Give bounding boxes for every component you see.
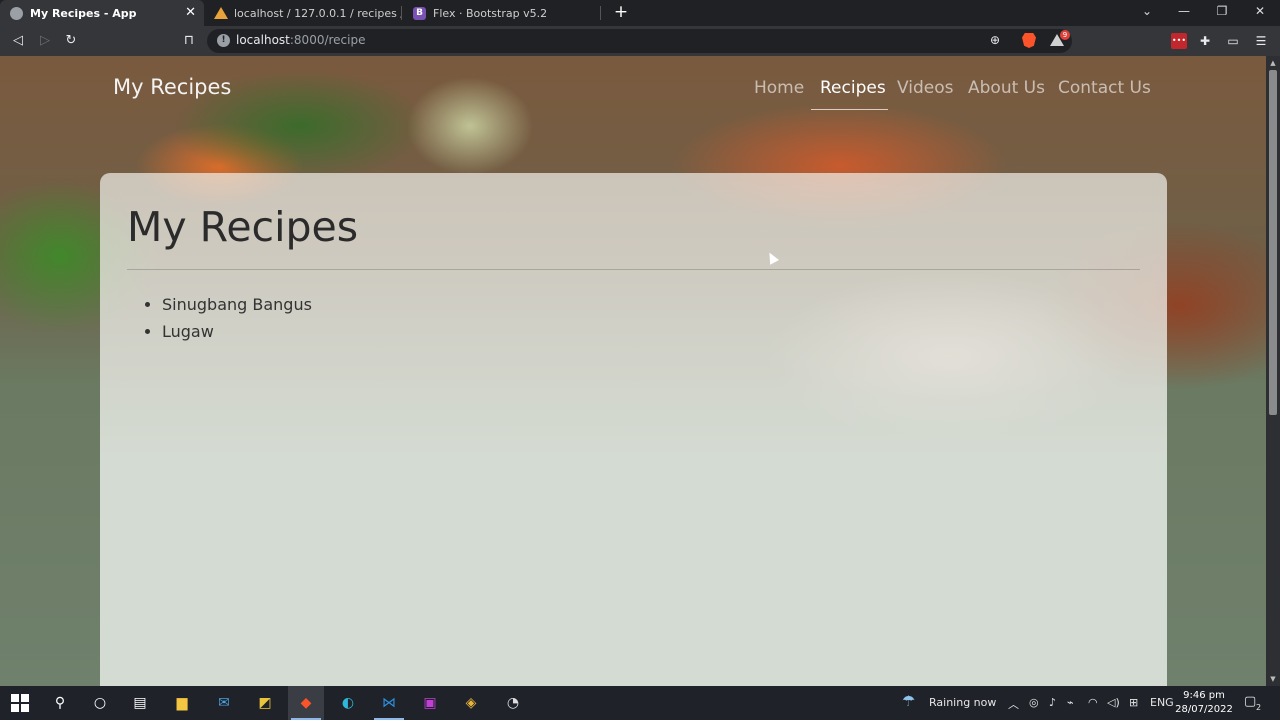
search-icon[interactable]: ⚲ (49, 692, 71, 714)
page-scrollbar[interactable]: ▲ ▼ (1266, 56, 1280, 686)
tab-bootstrap[interactable]: B Flex · Bootstrap v5.2 (403, 0, 600, 26)
menu-icon[interactable]: ☰ (1253, 33, 1269, 49)
url-text[interactable]: localhost:8000/recipe (236, 33, 365, 47)
tab-phpmyadmin[interactable]: localhost / 127.0.0.1 / recipes / ingred… (204, 0, 401, 26)
zoom-icon[interactable]: ⊕ (990, 33, 1000, 47)
reload-button[interactable]: ↻ (62, 32, 80, 50)
scroll-up-icon[interactable]: ▲ (1269, 59, 1277, 67)
tray-chevron-icon[interactable]: ︿ (1008, 696, 1019, 712)
start-button[interactable] (9, 692, 31, 714)
site-info-icon[interactable]: ! (217, 34, 230, 47)
phpmyadmin-icon (213, 7, 228, 20)
vpn-icon[interactable]: ⊞ (1129, 696, 1138, 709)
weather-icon[interactable]: ☂ (902, 692, 915, 710)
microphone-icon[interactable]: ♪ (1049, 696, 1056, 709)
site-navbar: My Recipes Home Recipes Videos About Us … (0, 56, 1266, 120)
browser-toolbar: ◁ ▷ ↻ ⊓ ! localhost:8000/recipe ⊕ 9 ••• … (0, 26, 1280, 56)
scroll-thumb[interactable] (1269, 70, 1277, 415)
tab-title: Flex · Bootstrap v5.2 (433, 6, 548, 20)
extensions-puzzle-icon[interactable]: ✚ (1197, 33, 1213, 49)
network-icon[interactable]: ⌁ (1067, 696, 1074, 709)
minimize-button[interactable]: — (1174, 4, 1194, 18)
rewards-badge: 9 (1060, 30, 1070, 40)
volume-icon[interactable]: ◁) (1107, 696, 1120, 709)
tray-app-icon[interactable]: ◎ (1029, 696, 1039, 709)
cortana-icon[interactable]: ○ (89, 692, 111, 714)
clock[interactable]: 9:46 pm 28/07/2022 (1174, 689, 1234, 717)
scroll-down-icon[interactable]: ▼ (1269, 675, 1277, 683)
system-monitor-icon[interactable]: ◔ (502, 692, 524, 714)
jetbrains-icon[interactable]: ▣ (419, 692, 441, 714)
new-tab-button[interactable]: + (611, 2, 631, 22)
tab-strip: My Recipes - App ✕ localhost / 127.0.0.1… (0, 0, 1280, 26)
maximize-button[interactable]: ❐ (1212, 4, 1232, 18)
tab-title: localhost / 127.0.0.1 / recipes / ingred… (234, 6, 401, 20)
forward-button[interactable]: ▷ (36, 32, 54, 50)
page-viewport: My Recipes Home Recipes Videos About Us … (0, 56, 1266, 686)
tab-search-chevron-icon[interactable]: ⌄ (1137, 4, 1157, 18)
tab-title: My Recipes - App (30, 6, 137, 20)
date-text: 28/07/2022 (1175, 704, 1233, 715)
nav-link-recipes[interactable]: Recipes (820, 78, 886, 98)
nav-link-videos[interactable]: Videos (897, 78, 954, 98)
recipe-list: Sinugbang Bangus Lugaw (162, 291, 312, 345)
weather-text[interactable]: Raining now (929, 696, 996, 709)
tab-my-recipes[interactable]: My Recipes - App ✕ (0, 0, 204, 26)
sticky-app-icon[interactable]: ◩ (254, 692, 276, 714)
extension-lastpass-icon[interactable]: ••• (1171, 33, 1187, 49)
brave-browser-icon[interactable]: ◆ (295, 692, 317, 714)
language-indicator[interactable]: ENG (1150, 696, 1174, 709)
notifications-icon[interactable]: ▢ (1244, 694, 1256, 709)
windows-logo-icon (11, 694, 29, 712)
recipe-item[interactable]: Lugaw (162, 318, 312, 345)
vscode-icon[interactable]: ⋈ (378, 692, 400, 714)
nav-link-contact-us[interactable]: Contact Us (1058, 78, 1151, 98)
page-title: My Recipes (127, 203, 359, 251)
bootstrap-icon: B (413, 6, 426, 20)
wallet-icon[interactable]: ▭ (1225, 33, 1241, 49)
address-bar[interactable]: ! localhost:8000/recipe ⊕ 9 (207, 29, 1072, 53)
edge-browser-icon[interactable]: ◐ (337, 692, 359, 714)
windows-taskbar: ⚲ ○ ▤ ▆ ✉ ◩ ◆ ◐ ⋈ ▣ ◈ ◔ ☂ Raining now ︿ … (0, 686, 1280, 720)
back-button[interactable]: ◁ (9, 32, 27, 50)
wifi-icon[interactable]: ◠ (1088, 696, 1098, 709)
divider (127, 269, 1140, 270)
mail-icon[interactable]: ✉ (213, 692, 235, 714)
globe-icon (10, 6, 23, 20)
recipes-card: My Recipes Sinugbang Bangus Lugaw (100, 173, 1167, 686)
nav-active-underline (811, 109, 888, 110)
brave-shields-icon[interactable] (1022, 33, 1036, 48)
close-tab-icon[interactable]: ✕ (185, 5, 196, 20)
nav-link-about-us[interactable]: About Us (968, 78, 1045, 98)
nav-link-home[interactable]: Home (754, 78, 804, 98)
file-explorer-icon[interactable]: ▆ (171, 692, 193, 714)
git-client-icon[interactable]: ◈ (460, 692, 482, 714)
bookmark-icon[interactable]: ⊓ (180, 32, 198, 50)
recipe-item[interactable]: Sinugbang Bangus (162, 291, 312, 318)
time-text: 9:46 pm (1183, 690, 1225, 701)
notification-count: 2 (1256, 703, 1262, 712)
close-window-button[interactable]: ✕ (1250, 4, 1270, 18)
task-view-icon[interactable]: ▤ (129, 692, 151, 714)
navbar-brand[interactable]: My Recipes (113, 75, 231, 99)
